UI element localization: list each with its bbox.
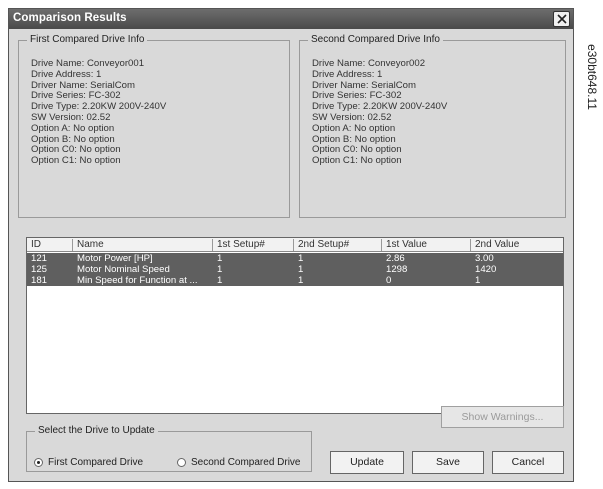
second-drive-info-group: Second Compared Drive Info Drive Name: C… [299,34,566,218]
table-row[interactable]: 181 Min Speed for Function at ... 1 1 0 … [27,275,563,286]
table-header: ID Name 1st Setup# 2nd Setup# 1st Value … [27,238,563,252]
cell-1st-value: 2.86 [386,253,405,264]
radio-unchecked-icon [177,457,186,467]
show-warnings-button[interactable]: Show Warnings... [441,406,564,428]
table-row[interactable]: 121 Motor Power [HP] 1 1 2.86 3.00 [27,253,563,264]
update-button[interactable]: Update [330,451,404,474]
cell-1st-setup: 1 [217,253,223,264]
second-option-c1: Option C1: No option [312,155,402,167]
second-drive-info-lines: Drive Name: Conveyor002 Drive Address: 1… [312,58,447,167]
cell-1st-setup: 1 [217,264,223,275]
second-drive-address: Drive Address: 1 [312,68,383,80]
cell-2nd-setup: 1 [298,253,304,264]
cell-id: 125 [31,264,48,275]
save-button[interactable]: Save [412,451,484,474]
cell-name: Motor Nominal Speed [77,264,170,275]
first-option-a: Option A: No option [31,122,115,134]
cell-2nd-value: 3.00 [475,253,494,264]
window-title: Comparison Results [13,12,127,24]
column-header-1st-value[interactable]: 1st Value [382,239,471,251]
column-header-1st-setup[interactable]: 1st Setup# [213,239,294,251]
drive-update-title: Select the Drive to Update [35,425,158,436]
cell-id: 181 [31,275,48,286]
second-drive-info-title: Second Compared Drive Info [308,34,443,45]
first-drive-info-title: First Compared Drive Info [27,34,148,45]
first-drive-info-lines: Drive Name: Conveyor001 Drive Address: 1… [31,58,166,167]
first-drive-address: Drive Address: 1 [31,68,102,80]
cell-name: Motor Power [HP] [77,253,153,264]
column-header-2nd-value[interactable]: 2nd Value [471,239,563,251]
cancel-button[interactable]: Cancel [492,451,564,474]
first-drive-info-group: First Compared Drive Info Drive Name: Co… [18,34,290,218]
close-icon [557,14,567,24]
radio-checked-icon [34,457,43,467]
radio-first-compared-drive[interactable]: First Compared Drive [34,457,143,471]
comparison-table[interactable]: ID Name 1st Setup# 2nd Setup# 1st Value … [26,237,564,414]
close-button[interactable] [553,11,570,27]
first-option-c1: Option C1: No option [31,155,121,167]
column-header-name[interactable]: Name [73,239,213,251]
cell-2nd-value: 1 [475,275,481,286]
column-header-id[interactable]: ID [27,239,73,251]
figure-id-label: e30bt648.11 [585,44,599,110]
second-option-a: Option A: No option [312,122,396,134]
cell-1st-value: 0 [386,275,392,286]
title-bar[interactable]: Comparison Results [9,9,573,29]
column-header-2nd-setup[interactable]: 2nd Setup# [294,239,382,251]
cell-2nd-setup: 1 [298,275,304,286]
cell-name: Min Speed for Function at ... [77,275,198,286]
comparison-results-dialog: Comparison Results First Compared Drive … [8,8,574,482]
cell-2nd-value: 1420 [475,264,497,275]
cell-1st-setup: 1 [217,275,223,286]
cell-1st-value: 1298 [386,264,408,275]
cell-2nd-setup: 1 [298,264,304,275]
radio-second-compared-drive[interactable]: Second Compared Drive [177,457,301,471]
cell-id: 121 [31,253,48,264]
table-row[interactable]: 125 Motor Nominal Speed 1 1 1298 1420 [27,264,563,275]
radio-second-label: Second Compared Drive [191,457,301,468]
radio-first-label: First Compared Drive [48,457,144,468]
